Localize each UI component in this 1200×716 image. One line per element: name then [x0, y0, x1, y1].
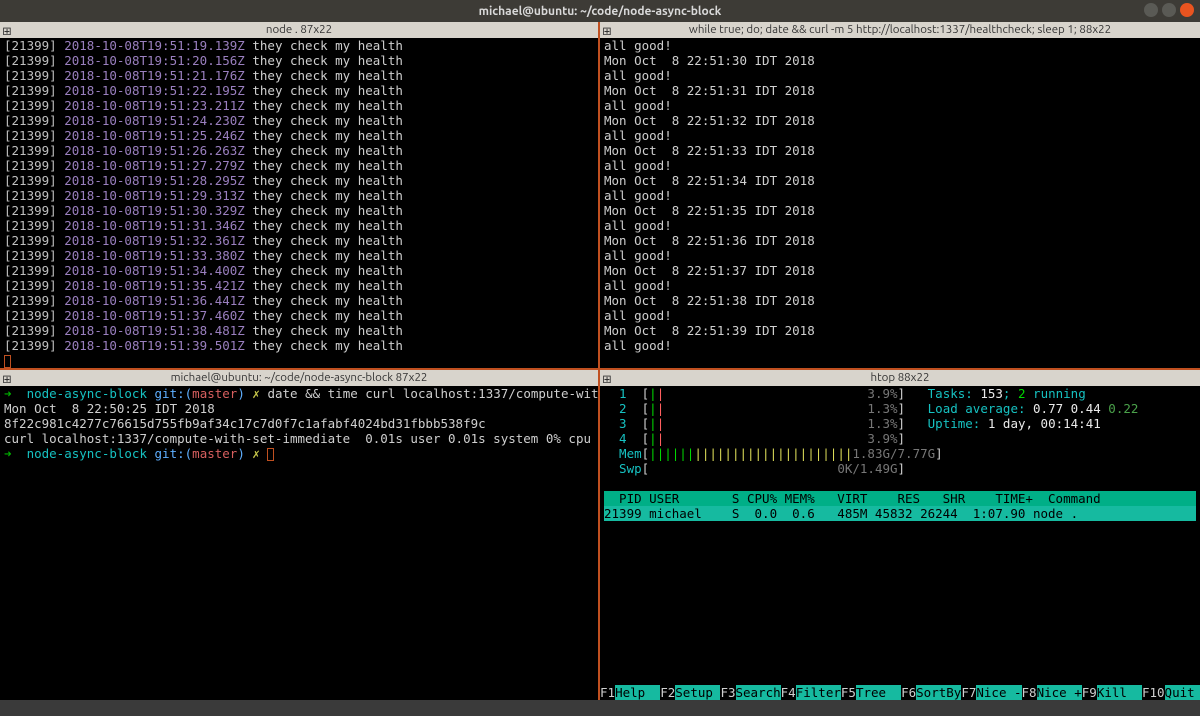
output-line: all good!	[604, 38, 1196, 53]
log-line: [21399] 2018-10-08T19:51:29.313Z they ch…	[4, 188, 594, 203]
window-titlebar: michael@ubuntu: ~/code/node-async-block	[0, 0, 1200, 22]
grip-icon: ⊞	[2, 24, 12, 34]
output-line: all good!	[604, 158, 1196, 173]
log-line: [21399] 2018-10-08T19:51:39.501Z they ch…	[4, 338, 594, 353]
pane-node-log[interactable]: ⊞ node . 87x22 [21399] 2018-10-08T19:51:…	[0, 22, 598, 368]
output-line: all good!	[604, 68, 1196, 83]
output-line: Mon Oct 8 22:51:34 IDT 2018	[604, 173, 1196, 188]
swap-meter: Swp[ 0K/1.49G]	[604, 461, 1196, 476]
close-icon[interactable]	[1180, 3, 1194, 17]
log-line: [21399] 2018-10-08T19:51:32.361Z they ch…	[4, 233, 594, 248]
log-line: [21399] 2018-10-08T19:51:26.263Z they ch…	[4, 143, 594, 158]
output-line: 8f22c981c4277c76615d755fb9af34c17c7d0f7c…	[4, 416, 594, 431]
log-line: [21399] 2018-10-08T19:51:30.329Z they ch…	[4, 203, 594, 218]
log-line: [21399] 2018-10-08T19:51:31.346Z they ch…	[4, 218, 594, 233]
log-line: [21399] 2018-10-08T19:51:37.460Z they ch…	[4, 308, 594, 323]
terminal-output[interactable]: [21399] 2018-10-08T19:51:19.139Z they ch…	[0, 38, 598, 368]
grip-icon: ⊞	[602, 24, 612, 34]
cursor-icon	[4, 355, 11, 368]
output-line: Mon Oct 8 22:51:39 IDT 2018	[604, 323, 1196, 338]
process-row[interactable]: 21399 michael S 0.0 0.6 485M 45832 26244…	[604, 506, 1196, 521]
terminal-output[interactable]: ➜ node-async-block git:(master) ✗ date &…	[0, 386, 598, 700]
cpu-meter: 1 [|| 3.9%] Tasks: 153; 2 running	[604, 386, 1196, 401]
output-line: Mon Oct 8 22:51:30 IDT 2018	[604, 53, 1196, 68]
output-line: Mon Oct 8 22:51:32 IDT 2018	[604, 113, 1196, 128]
prompt-line[interactable]: ➜ node-async-block git:(master) ✗ date &…	[4, 386, 594, 401]
pane-title: ⊞ htop 88x22	[600, 370, 1200, 386]
log-line: [21399] 2018-10-08T19:51:35.421Z they ch…	[4, 278, 594, 293]
output-line: Mon Oct 8 22:51:37 IDT 2018	[604, 263, 1196, 278]
log-line: [21399] 2018-10-08T19:51:19.139Z they ch…	[4, 38, 594, 53]
log-line: [21399] 2018-10-08T19:51:28.295Z they ch…	[4, 173, 594, 188]
prompt-line[interactable]: ➜ node-async-block git:(master) ✗	[4, 446, 594, 461]
pane-title: ⊞ while true; do; date && curl -m 5 http…	[600, 22, 1200, 38]
pane-title-text: michael@ubuntu: ~/code/node-async-block …	[171, 371, 428, 384]
log-line: [21399] 2018-10-08T19:51:25.246Z they ch…	[4, 128, 594, 143]
log-line: [21399] 2018-10-08T19:51:33.380Z they ch…	[4, 248, 594, 263]
output-line: all good!	[604, 188, 1196, 203]
terminal-output[interactable]: 1 [|| 3.9%] Tasks: 153; 2 running 2 [|| …	[600, 386, 1200, 700]
output-line: Mon Oct 8 22:51:35 IDT 2018	[604, 203, 1196, 218]
grip-icon: ⊞	[602, 372, 612, 382]
pane-title-text: node . 87x22	[266, 23, 332, 36]
log-line: [21399] 2018-10-08T19:51:21.176Z they ch…	[4, 68, 594, 83]
log-line: [21399] 2018-10-08T19:51:22.195Z they ch…	[4, 83, 594, 98]
cpu-meter: 4 [|| 3.9%]	[604, 431, 1196, 446]
cpu-meter: 2 [|| 1.3%] Load average: 0.77 0.44 0.22	[604, 401, 1196, 416]
output-line: all good!	[604, 248, 1196, 263]
log-line: [21399] 2018-10-08T19:51:36.441Z they ch…	[4, 293, 594, 308]
pane-title-text: htop 88x22	[871, 371, 930, 384]
pane-title: ⊞ michael@ubuntu: ~/code/node-async-bloc…	[0, 370, 598, 386]
output-line: Mon Oct 8 22:51:33 IDT 2018	[604, 143, 1196, 158]
maximize-icon[interactable]	[1162, 3, 1176, 17]
output-line: all good!	[604, 338, 1196, 353]
pane-title: ⊞ node . 87x22	[0, 22, 598, 38]
log-line: [21399] 2018-10-08T19:51:34.400Z they ch…	[4, 263, 594, 278]
output-line: all good!	[604, 218, 1196, 233]
log-line: [21399] 2018-10-08T19:51:24.230Z they ch…	[4, 113, 594, 128]
terminal-output[interactable]: all good!Mon Oct 8 22:51:30 IDT 2018all …	[600, 38, 1200, 368]
pane-curl-loop[interactable]: ⊞ while true; do; date && curl -m 5 http…	[598, 22, 1200, 368]
minimize-icon[interactable]	[1144, 3, 1158, 17]
pane-title-text: while true; do; date && curl -m 5 http:/…	[689, 23, 1111, 36]
output-line: all good!	[604, 98, 1196, 113]
output-line: Mon Oct 8 22:51:38 IDT 2018	[604, 293, 1196, 308]
pane-shell[interactable]: ⊞ michael@ubuntu: ~/code/node-async-bloc…	[0, 368, 598, 700]
cursor-icon	[267, 448, 274, 461]
grip-icon: ⊞	[2, 372, 12, 382]
output-line: all good!	[604, 308, 1196, 323]
process-header[interactable]: PID USER S CPU% MEM% VIRT RES SHR TIME+ …	[604, 491, 1196, 506]
output-line: Mon Oct 8 22:50:25 IDT 2018	[4, 401, 594, 416]
output-line: all good!	[604, 278, 1196, 293]
log-line: [21399] 2018-10-08T19:51:23.211Z they ch…	[4, 98, 594, 113]
log-line: [21399] 2018-10-08T19:51:38.481Z they ch…	[4, 323, 594, 338]
output-line: curl localhost:1337/compute-with-set-imm…	[4, 431, 594, 446]
log-line: [21399] 2018-10-08T19:51:27.279Z they ch…	[4, 158, 594, 173]
mem-meter: Mem[|||||||||||||||||||||||||||1.83G/7.7…	[604, 446, 1196, 461]
window-controls	[1144, 3, 1194, 17]
log-line: [21399] 2018-10-08T19:51:20.156Z they ch…	[4, 53, 594, 68]
cpu-meter: 3 [|| 1.3%] Uptime: 1 day, 00:14:41	[604, 416, 1196, 431]
pane-htop[interactable]: ⊞ htop 88x22 1 [|| 3.9%] Tasks: 153; 2 r…	[598, 368, 1200, 700]
output-line: Mon Oct 8 22:51:36 IDT 2018	[604, 233, 1196, 248]
output-line: Mon Oct 8 22:51:31 IDT 2018	[604, 83, 1196, 98]
window-title: michael@ubuntu: ~/code/node-async-block	[479, 4, 722, 19]
function-key-bar[interactable]: F1Help F2Setup F3SearchF4FilterF5Tree F6…	[600, 685, 1200, 700]
output-line: all good!	[604, 128, 1196, 143]
